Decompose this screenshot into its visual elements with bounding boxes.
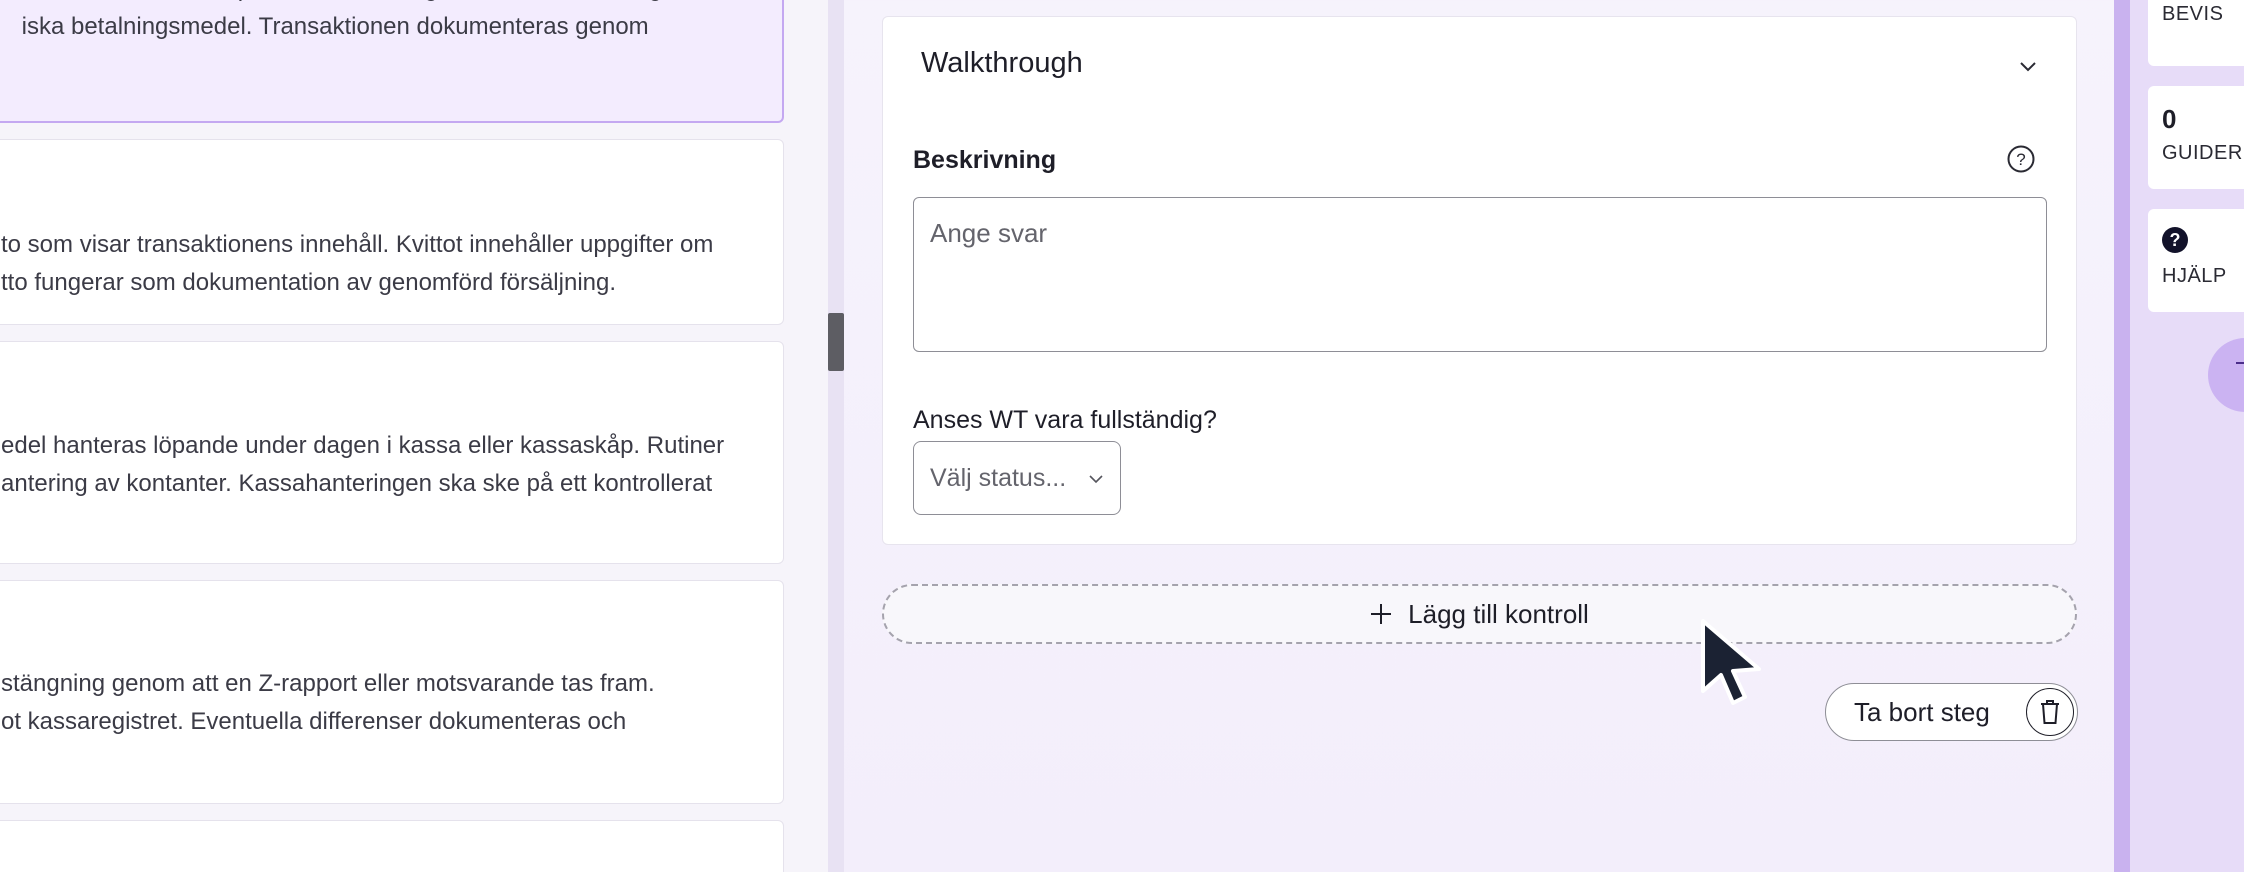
rail-edge (2114, 0, 2130, 872)
step-text-line: stängning genom att en Z-rapport eller m… (1, 670, 655, 697)
step-card[interactable]: to som visar transaktionens innehåll. Kv… (0, 139, 784, 325)
right-rail: BEVIS 0 GUIDER ? HJÄLP (2130, 0, 2244, 872)
chevron-down-icon (1089, 475, 1103, 484)
help-circle-icon[interactable]: ? (2006, 144, 2036, 174)
step-text-line: n i samband med köptillfället. Betalning… (22, 0, 722, 8)
rail-toggle-icon (2236, 362, 2244, 364)
remove-step-label: Ta bort steg (1854, 696, 1990, 727)
rail-item-label: GUIDER (2162, 142, 2243, 164)
plus-icon (1371, 604, 1392, 624)
description-label: Beskrivning (913, 146, 1057, 174)
rail-item-guides[interactable]: 0 GUIDER (2148, 86, 2244, 189)
trash-icon[interactable] (2026, 688, 2074, 736)
step-text-line: tto fungerar som dokumentation av genomf… (1, 269, 617, 296)
description-answer-field[interactable] (913, 197, 2047, 352)
rail-item-help[interactable]: ? HJÄLP (2148, 209, 2244, 312)
panel-divider (828, 0, 844, 872)
add-control-label: Lägg till kontroll (1408, 598, 1589, 629)
step-text-line: antering av kontanter. Kassahanteringen … (1, 470, 713, 497)
resize-handle[interactable] (828, 313, 844, 371)
rail-item-label: BEVIS (2162, 3, 2224, 25)
step-card[interactable]: edel hanteras löpande under dagen i kass… (0, 341, 784, 564)
step-list: n i samband med köptillfället. Betalning… (0, 0, 828, 872)
step-card[interactable]: stängning genom att en Z-rapport eller m… (0, 580, 784, 804)
step-text-line: ot kassaregistret. Eventuella differense… (1, 708, 627, 735)
guides-count: 0 (2162, 104, 2177, 134)
add-control-button[interactable]: Lägg till kontroll (882, 584, 2077, 644)
walkthrough-card: Walkthrough Beskrivning ? Anses WT vara … (882, 16, 2077, 545)
status-select-value: Välj status... (930, 463, 1067, 492)
remove-step-button[interactable]: Ta bort steg (1825, 683, 2078, 741)
rail-item-label: HJÄLP (2162, 265, 2227, 287)
step-text-line: iska betalningsmedel. Transaktionen doku… (21, 13, 649, 40)
step-text-line: edel hanteras löpande under dagen i kass… (1, 432, 725, 459)
help-icon: ? (2162, 227, 2188, 253)
status-select[interactable]: Välj status... (913, 441, 1121, 515)
step-text-line: to som visar transaktionens innehåll. Kv… (1, 231, 714, 258)
chevron-down-icon[interactable] (2018, 57, 2038, 77)
completeness-question: Anses WT vara fullständig? (913, 406, 1217, 434)
main-panel: Walkthrough Beskrivning ? Anses WT vara … (844, 0, 2114, 872)
step-card[interactable] (0, 820, 784, 872)
walkthrough-title[interactable]: Walkthrough (921, 47, 1083, 80)
rail-item-evidence[interactable]: BEVIS (2148, 0, 2244, 66)
step-card-selected[interactable]: n i samband med köptillfället. Betalning… (0, 0, 784, 123)
svg-text:?: ? (2016, 150, 2025, 169)
